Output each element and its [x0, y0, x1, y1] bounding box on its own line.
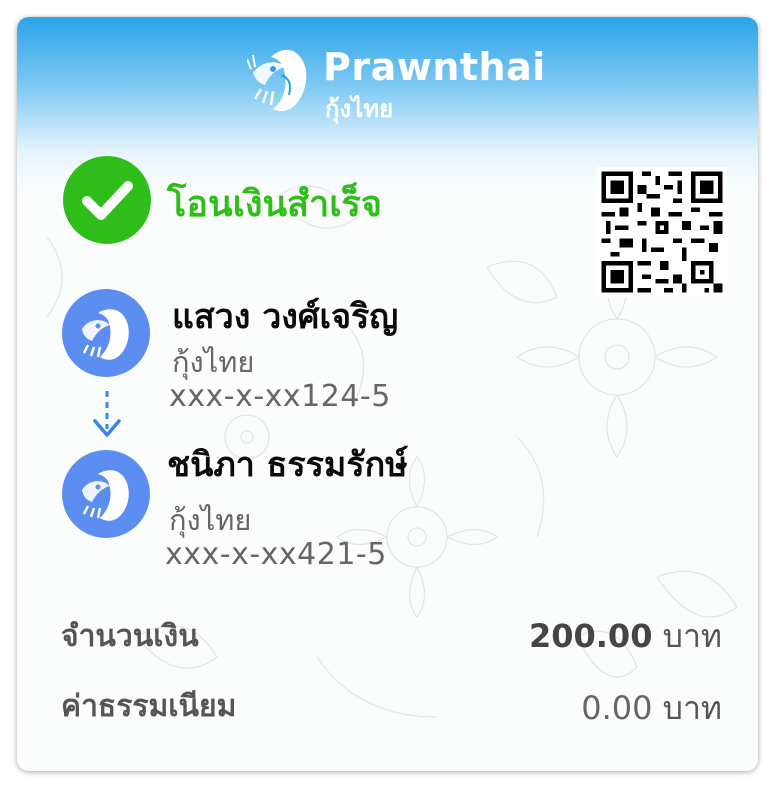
fee-number: 0.00: [581, 689, 653, 727]
check-circle-icon: [63, 156, 151, 244]
amount-value: 200.00 บาท: [529, 611, 722, 662]
receiver-name: ชนิภา ธรรมรักษ์: [167, 445, 408, 485]
receiver-avatar: [62, 450, 150, 538]
prawn-avatar-icon: [82, 470, 129, 521]
sender-account: xxx-x-xx124-5: [169, 379, 391, 414]
brand-name: Prawnthai: [323, 45, 546, 89]
prawn-avatar-icon: [82, 309, 129, 360]
prawn-logo-icon: [247, 49, 307, 111]
amount-number: 200.00: [528, 617, 653, 655]
fee-unit: บาท: [662, 689, 722, 727]
receiver-account: xxx-x-xx421-5: [165, 537, 387, 572]
fee-value: 0.00 บาท: [581, 683, 722, 734]
sender-avatar: [62, 289, 150, 377]
amount-label: จำนวนเงิน: [61, 619, 199, 654]
brand-subtitle: กุ้งไทย: [325, 95, 394, 123]
transfer-slip-card: Prawnthai กุ้งไทย โอนเงินสำเร็จ แสวง วงศ…: [17, 17, 758, 771]
sender-name: แสวง วงศ์เจริญ: [172, 297, 399, 337]
brand-header: Prawnthai กุ้งไทย: [247, 43, 577, 123]
amount-unit: บาท: [662, 617, 722, 655]
transfer-success-status: โอนเงินสำเร็จ: [167, 184, 382, 225]
qr-code[interactable]: [597, 167, 727, 297]
fee-label: ค่าธรรมเนียม: [61, 689, 237, 724]
arrow-down-icon: [93, 391, 121, 437]
